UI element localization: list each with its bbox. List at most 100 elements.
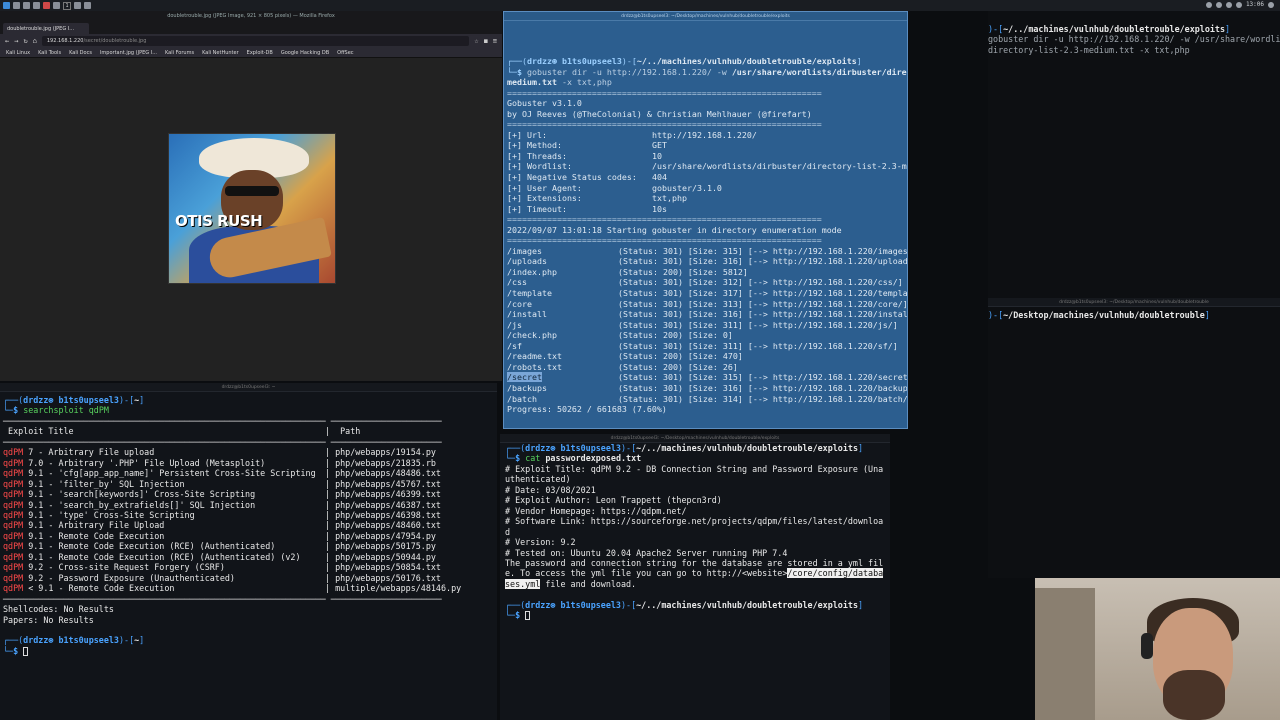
table-row: qdPM 9.1 - Arbitrary File Upload | php/we… bbox=[3, 520, 494, 530]
bookmark-item[interactable]: OffSec bbox=[337, 50, 353, 56]
menu-icon[interactable]: ≡ bbox=[493, 37, 497, 45]
text-editor-icon[interactable] bbox=[53, 2, 60, 9]
exploit-path: php/webapps/19154.py bbox=[335, 447, 436, 458]
bookmark-item[interactable]: Kali Tools bbox=[38, 50, 61, 56]
forward-icon[interactable]: → bbox=[14, 37, 18, 45]
album-cover-text: OTIS RUSH bbox=[175, 212, 263, 230]
url-host: 192.168.1.220 bbox=[46, 38, 84, 44]
table-row: qdPM 9.2 - Cross-site Request Forgery (C… bbox=[3, 562, 494, 572]
kali-menu-icon[interactable] bbox=[3, 2, 10, 9]
window-list-icon[interactable] bbox=[84, 2, 91, 9]
config-row: [+] Threads: 10 bbox=[507, 151, 904, 162]
file-line: # Tested on: Ubuntu 20.04 Apache2 Server… bbox=[505, 547, 788, 558]
terminal-top-right[interactable]: )-[~/../machines/vulnhub/doubletrouble/e… bbox=[988, 11, 1280, 301]
url-bar[interactable]: 192.168.1.220/secret/doubletrouble.jpg bbox=[41, 36, 470, 46]
path-cell: /backups bbox=[507, 383, 618, 394]
terminal-icon[interactable] bbox=[33, 2, 40, 9]
config-list: [+] Url: http://192.168.1.220/[+] Method:… bbox=[507, 129, 907, 214]
table-row: qdPM 9.2 - Password Exposure (Unauthenti… bbox=[3, 573, 494, 583]
bookmark-item[interactable]: Exploit-DB bbox=[247, 50, 273, 56]
prompt-line: ┌──(drdzz⊛ b1ts0upseel3)-[~/../machines/… bbox=[507, 56, 862, 66]
bookmark-item[interactable]: Kali Linux bbox=[6, 50, 30, 56]
config-value: http://192.168.1.220/ bbox=[652, 129, 757, 140]
title-cell: qdPM 9.1 - Remote Code Execution (RCE) (… bbox=[3, 541, 325, 551]
bookmark-item[interactable]: Kali Forums bbox=[165, 50, 194, 56]
config-row: [+] Negative Status codes: 404 bbox=[507, 172, 904, 183]
bookmark-item[interactable]: Kali Docs bbox=[69, 50, 92, 56]
window-list-icon[interactable] bbox=[74, 2, 81, 9]
product-name: qdPM bbox=[3, 520, 24, 531]
result-status: (Status: 301) [Size: 317] [--> http://19… bbox=[618, 288, 908, 299]
exploit-path: php/webapps/46399.txt bbox=[335, 489, 441, 500]
result-status: (Status: 301) [Size: 313] [--> http://19… bbox=[618, 298, 908, 309]
show-desktop-icon[interactable] bbox=[13, 2, 20, 9]
file-line: d bbox=[505, 526, 511, 537]
column-separator: | bbox=[325, 447, 336, 458]
file-line-text: e. To access the yml file you can go to … bbox=[505, 568, 788, 579]
back-icon[interactable]: ← bbox=[5, 37, 9, 45]
tab-doubletrouble-jpg[interactable]: doubletrouble.jpg (JPEG I... bbox=[3, 22, 89, 34]
config-value: gobuster/3.1.0 bbox=[652, 182, 722, 193]
table-row: qdPM 9.1 - 'search[keywords]' Cross-Site… bbox=[3, 489, 494, 499]
file-line: The password and connection string for t… bbox=[505, 557, 884, 568]
home-icon[interactable]: ⌂ bbox=[33, 37, 37, 45]
separator: ────────────────────────────────────────… bbox=[3, 593, 442, 604]
title-cell: qdPM 9.1 - Remote Code Execution (RCE) (… bbox=[3, 552, 325, 562]
sunglasses-shape bbox=[225, 186, 279, 196]
input-line[interactable]: └─$ bbox=[3, 646, 494, 656]
battery-icon[interactable] bbox=[1235, 1, 1242, 8]
path-cell: /uploads bbox=[507, 256, 618, 267]
bookmark-item[interactable]: Kali NetHunter bbox=[202, 50, 239, 56]
reload-icon[interactable]: ↻ bbox=[23, 37, 27, 45]
title-cell: qdPM 9.2 - Password Exposure (Unauthenti… bbox=[3, 573, 325, 583]
bookmark-star-icon[interactable]: ☆ bbox=[474, 37, 478, 45]
headset-shape bbox=[1141, 633, 1153, 659]
product-name: qdPM bbox=[3, 499, 24, 510]
result-path: /batch bbox=[507, 393, 537, 404]
command-line-1: gobuster dir -u http://192.168.1.220/ -w… bbox=[988, 34, 1280, 45]
terminal-mid-right[interactable]: drdzz@b1ts0upseel3: ~/Desktop/machines/v… bbox=[988, 298, 1280, 578]
firefox-icon[interactable] bbox=[43, 2, 50, 9]
product-name: qdPM bbox=[3, 551, 24, 562]
workspace-1-button[interactable]: 1 bbox=[63, 1, 71, 10]
table-row: qdPM 7.0 - Arbitrary '.PHP' File Upload … bbox=[3, 458, 494, 468]
rule: ========================================… bbox=[507, 119, 822, 130]
title-cell: qdPM 9.1 - Remote Code Execution bbox=[3, 531, 325, 541]
terminal-searchsploit[interactable]: drdzz@b1ts0upseel3: ~ ┌──(drdzz⊛ b1ts0up… bbox=[0, 383, 497, 720]
exploit-title: < 9.1 - Remote Code Execution bbox=[23, 583, 175, 594]
config-value: 404 bbox=[652, 172, 667, 183]
title-cell: qdPM 7.0 - Arbitrary '.PHP' File Upload … bbox=[3, 458, 325, 468]
exploit-path: php/webapps/47954.py bbox=[335, 530, 436, 541]
terminal-passwordexposed[interactable]: drdzz@b1ts0upseel3: ~/Desktop/machines/v… bbox=[500, 434, 890, 720]
terminal-gobuster[interactable]: drdzz@b1ts0upseel3: ~/Desktop/machines/v… bbox=[503, 11, 908, 429]
power-icon[interactable] bbox=[1268, 1, 1274, 8]
volume-icon[interactable] bbox=[1215, 1, 1222, 8]
file-manager-icon[interactable] bbox=[23, 2, 30, 9]
product-name: qdPM bbox=[3, 562, 24, 573]
path-cell: /sf bbox=[507, 341, 618, 352]
input-line[interactable]: └─$ bbox=[505, 610, 887, 621]
title-cell: qdPM 9.1 - 'search[keywords]' Cross-Site… bbox=[3, 489, 325, 499]
network-icon[interactable] bbox=[1205, 1, 1212, 8]
file-line: uthenticated) bbox=[505, 474, 571, 485]
bookmark-item[interactable]: Important.jpg (JPEG I... bbox=[100, 50, 157, 56]
path-cell: /index.php bbox=[507, 267, 618, 278]
exploit-path: multiple/webapps/48146.py bbox=[335, 583, 462, 594]
result-status: (Status: 301) [Size: 312] [--> http://19… bbox=[618, 277, 903, 288]
exploit-title: 7 - Arbitrary File upload bbox=[23, 447, 155, 458]
notifications-icon[interactable] bbox=[1225, 1, 1232, 8]
result-path: /images bbox=[507, 245, 542, 256]
exploit-title: 9.1 - 'search_by_extrafields[]' SQL Inje… bbox=[23, 499, 256, 510]
product-name: qdPM bbox=[3, 583, 24, 594]
extensions-icon[interactable]: ◼ bbox=[484, 37, 488, 45]
bookmark-item[interactable]: Google Hacking DB bbox=[281, 50, 329, 56]
result-status: (Status: 200) [Size: 470] bbox=[618, 351, 743, 362]
result-row: /backups (Status: 301) [Size: 316] [--> h… bbox=[507, 383, 907, 394]
terminal-title: drdzz@b1ts0upseel3: ~ bbox=[0, 383, 497, 392]
result-status: (Status: 200) [Size: 0] bbox=[618, 330, 733, 341]
result-row: /sf (Status: 301) [Size: 311] [--> http:/… bbox=[507, 341, 904, 352]
title-cell: qdPM 7 - Arbitrary File upload bbox=[3, 447, 325, 457]
column-separator: | bbox=[325, 499, 336, 510]
clock[interactable]: 13:06 bbox=[1246, 1, 1264, 8]
exploit-path: php/webapps/46398.txt bbox=[335, 509, 441, 520]
